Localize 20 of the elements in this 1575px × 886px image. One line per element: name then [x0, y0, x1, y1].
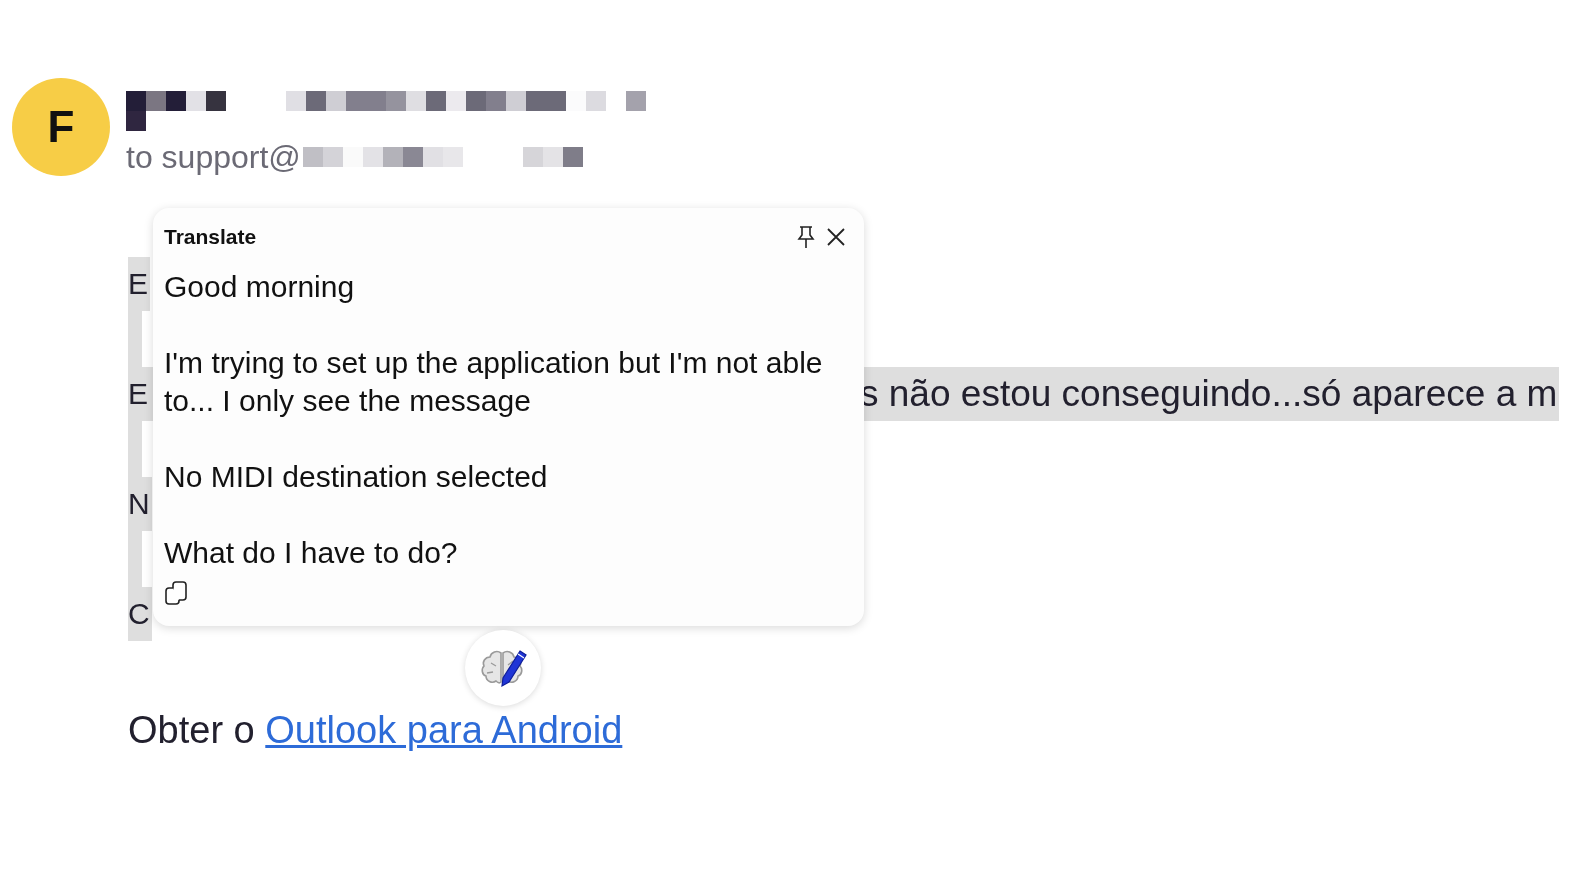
translation-text: No MIDI destination selected: [164, 459, 549, 495]
email-text: E: [128, 377, 148, 411]
copy-button[interactable]: [164, 580, 188, 606]
translation-text: I'm trying to set up the application but I'm not able to... I only see the message: [164, 345, 824, 419]
copy-icon: [164, 580, 188, 606]
footer-text: Obter o: [128, 709, 256, 751]
outlook-link[interactable]: Outlook para Android: [265, 709, 623, 751]
email-text: N: [128, 487, 150, 521]
translation-text: What do I have to do?: [164, 535, 459, 571]
translation-text: Good morning: [164, 269, 356, 305]
assistant-button[interactable]: [465, 630, 541, 706]
email-text: E: [128, 267, 148, 301]
close-icon: [826, 227, 846, 247]
popup-title: Translate: [164, 225, 257, 249]
close-button[interactable]: [826, 227, 846, 247]
email-text: C: [128, 597, 150, 631]
avatar: F: [12, 78, 110, 176]
pin-button[interactable]: [796, 225, 816, 249]
pin-icon: [796, 225, 816, 249]
recipient-text: to support@: [126, 138, 301, 177]
